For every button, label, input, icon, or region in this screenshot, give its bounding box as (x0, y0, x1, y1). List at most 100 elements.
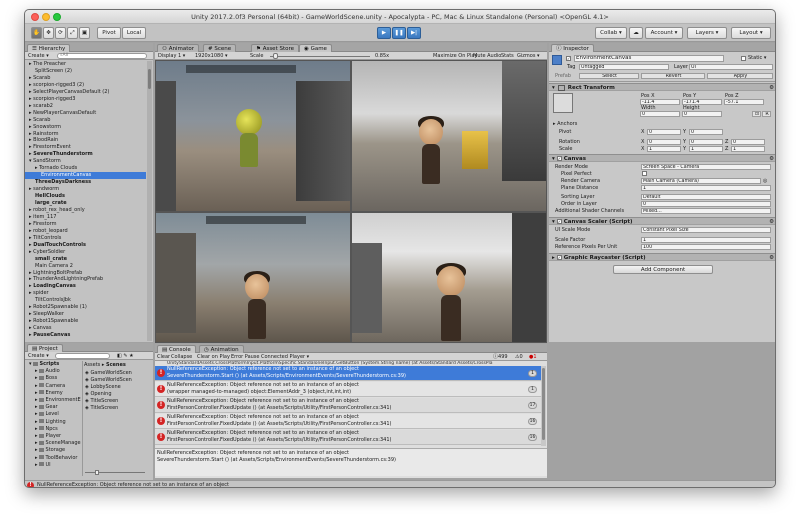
rotate-tool-icon[interactable]: ⟳ (55, 27, 66, 39)
hierarchy-item[interactable]: ▸ Scarab (25, 117, 146, 124)
maximize-window-icon[interactable] (53, 13, 61, 21)
project-asset-item[interactable]: ◈ LobbyScene (85, 384, 153, 391)
canvas-scaler-header[interactable]: ▾ ✓ Canvas Scaler (Script) ⚙ (549, 217, 775, 225)
project-folder[interactable]: ▸ Storage (25, 447, 81, 454)
raw-edit-button[interactable]: R (762, 111, 771, 117)
scale-slider[interactable] (270, 55, 370, 57)
component-settings-icon[interactable]: ⚙ (769, 155, 774, 163)
console-clear-on-play-toggle[interactable]: Clear on Play (197, 353, 230, 361)
hierarchy-scroll-thumb[interactable] (148, 69, 151, 89)
scale-y-field[interactable]: 1 (689, 146, 723, 152)
component-settings-icon[interactable]: ⚙ (769, 84, 774, 92)
project-asset-item[interactable]: ◈ TitleScreen (85, 405, 153, 412)
static-checkbox[interactable] (741, 56, 746, 61)
project-folder[interactable]: ▸ Gear (25, 404, 81, 411)
hierarchy-item[interactable]: ▾ SandStorm (25, 158, 146, 165)
resolution-dropdown[interactable]: 1920x1080 ▾ (195, 52, 228, 60)
pivot-y-field[interactable]: 0 (689, 129, 723, 135)
scale-slider-thumb[interactable] (273, 53, 278, 59)
hierarchy-item[interactable]: ThreeDaysDarkness (25, 179, 146, 186)
console-error-pause-toggle[interactable]: Error Pause (231, 353, 259, 361)
hierarchy-item[interactable]: Main Camera 2 (25, 263, 146, 270)
rect-transform-header[interactable]: ▾ Rect Transform ⚙ (549, 83, 775, 92)
gizmos-dropdown[interactable]: Gizmos ▾ (517, 52, 540, 60)
height-field[interactable]: 0 (682, 111, 722, 117)
hierarchy-create-button[interactable]: Create ▾ (28, 52, 49, 60)
game-viewport-top-left[interactable] (155, 60, 351, 212)
hierarchy-item[interactable]: ▸ robot_leopard (25, 228, 146, 235)
tab-animation[interactable]: ◷ Animation (199, 345, 244, 353)
hierarchy-item[interactable]: ▸ Robot1Spawnable (25, 318, 146, 325)
hierarchy-item[interactable]: ▸ DualTouchControls (25, 242, 146, 249)
console-scrollbar[interactable] (541, 366, 546, 446)
hierarchy-item[interactable]: ▸ ThunderAndLightningPrefab (25, 276, 146, 283)
canvas-component-header[interactable]: ▾ ✓ Canvas ⚙ (549, 154, 775, 163)
hierarchy-item[interactable]: ▸ Firestorm (25, 221, 146, 228)
hierarchy-item[interactable]: ▸ BloodRain (25, 137, 146, 144)
project-asset-item[interactable]: ◈ Opening (85, 391, 153, 398)
project-folder[interactable]: ▸ SceneManage (25, 440, 81, 447)
hierarchy-item[interactable]: ▸ SevereThunderstorm (25, 151, 146, 158)
tab-inspector[interactable]: ⓘ Inspector (551, 44, 594, 52)
add-component-button[interactable]: Add Component (613, 265, 713, 274)
tab-game[interactable]: ◉ Game (299, 44, 332, 52)
project-zoom-slider[interactable] (85, 470, 145, 475)
scale-x-field[interactable]: 1 (647, 146, 681, 152)
project-folder[interactable]: ▸ ToolBehavior (25, 455, 81, 462)
blueprint-mode-button[interactable]: ⊡ (752, 111, 761, 117)
rotation-x-field[interactable]: 0 (647, 139, 681, 145)
graphic-raycaster-header[interactable]: ▸ ✓ Graphic Raycaster (Script) ⚙ (549, 253, 775, 261)
project-asset-item[interactable]: ◈ GameWorldScen (85, 377, 153, 384)
project-folder[interactable]: ▸ Npcs (25, 426, 81, 433)
pivot-toggle[interactable]: Pivot (97, 27, 121, 39)
console-message[interactable]: ! NullReferenceException: Object referenc… (155, 398, 541, 413)
rotation-z-field[interactable]: 0 (731, 139, 765, 145)
hierarchy-item[interactable]: ▸ NewPlayerCanvasDefault (25, 110, 146, 117)
project-filter-icon[interactable]: ◧ ✎ ★ (117, 352, 134, 360)
layer-dropdown[interactable]: UI (689, 64, 773, 70)
anchors-foldout[interactable]: ▸ Anchors (553, 121, 577, 127)
object-picker-icon[interactable]: ◎ (763, 178, 767, 184)
mute-audio-toggle[interactable]: Mute Audio (473, 52, 501, 60)
scale-factor-field[interactable]: 1 (641, 237, 771, 243)
scale-tool-icon[interactable]: ⤢ (67, 27, 78, 39)
prefab-select-button[interactable]: Select (579, 73, 639, 79)
active-checkbox[interactable]: ✓ (566, 56, 571, 61)
render-mode-dropdown[interactable]: Screen Space - Camera (641, 164, 771, 170)
tab-asset-store[interactable]: ⚑ Asset Store (251, 44, 300, 52)
hierarchy-search-input[interactable]: ⌕All (57, 53, 147, 59)
stats-toggle[interactable]: Stats (501, 52, 514, 60)
hierarchy-item[interactable]: SplitScreen (2) (25, 68, 146, 75)
close-window-icon[interactable] (31, 13, 39, 21)
hand-tool-icon[interactable]: ✋ (31, 27, 42, 39)
hierarchy-item[interactable]: ▸ Robot2Spawnable (1) (25, 304, 146, 311)
shader-channels-dropdown[interactable]: Mixed... (641, 208, 771, 214)
game-viewport-bottom-right[interactable] (351, 212, 547, 343)
pos-z-field[interactable]: -57.1 (724, 99, 764, 105)
project-folder[interactable]: ▾ Scripts (25, 361, 81, 368)
tab-hierarchy[interactable]: ☰ Hierarchy (27, 44, 71, 52)
project-folder[interactable]: ▸ EnvironmentE (25, 397, 81, 404)
console-message[interactable]: ! NullReferenceException: Object referenc… (155, 414, 541, 429)
tag-dropdown[interactable]: Untagged (579, 64, 669, 70)
game-viewport-top-right[interactable] (351, 60, 547, 212)
hierarchy-item[interactable]: ▸ FirestormEvent (25, 144, 146, 151)
hierarchy-item[interactable]: ▸ SelectPlayerCanvasDefault (2) (25, 89, 146, 96)
hierarchy-item[interactable]: ▸ item_117 (25, 214, 146, 221)
tab-scene[interactable]: # Scene (203, 44, 237, 52)
anchor-presets-icon[interactable] (553, 93, 573, 113)
console-player-dropdown[interactable]: Connected Player ▾ (261, 353, 309, 361)
hierarchy-item[interactable]: ▸ Rainstorm (25, 131, 146, 138)
project-folder[interactable]: ▸ Level (25, 411, 81, 418)
static-dropdown[interactable]: Static ▾ (748, 55, 766, 61)
layout-button[interactable]: Layout ▾ (731, 27, 771, 39)
width-field[interactable]: 0 (640, 111, 680, 117)
hierarchy-item[interactable]: ▸ PauseCanvas (25, 332, 146, 339)
console-message[interactable]: ! NullReferenceException: Object referenc… (155, 430, 541, 445)
project-folder[interactable]: ▸ UI (25, 462, 81, 469)
ui-scale-mode-dropdown[interactable]: Constant Pixel Size (641, 227, 771, 233)
rotation-y-field[interactable]: 0 (689, 139, 723, 145)
project-folder[interactable]: ▸ Player (25, 433, 81, 440)
move-tool-icon[interactable]: ✥ (43, 27, 54, 39)
plane-distance-field[interactable]: 1 (641, 185, 771, 191)
